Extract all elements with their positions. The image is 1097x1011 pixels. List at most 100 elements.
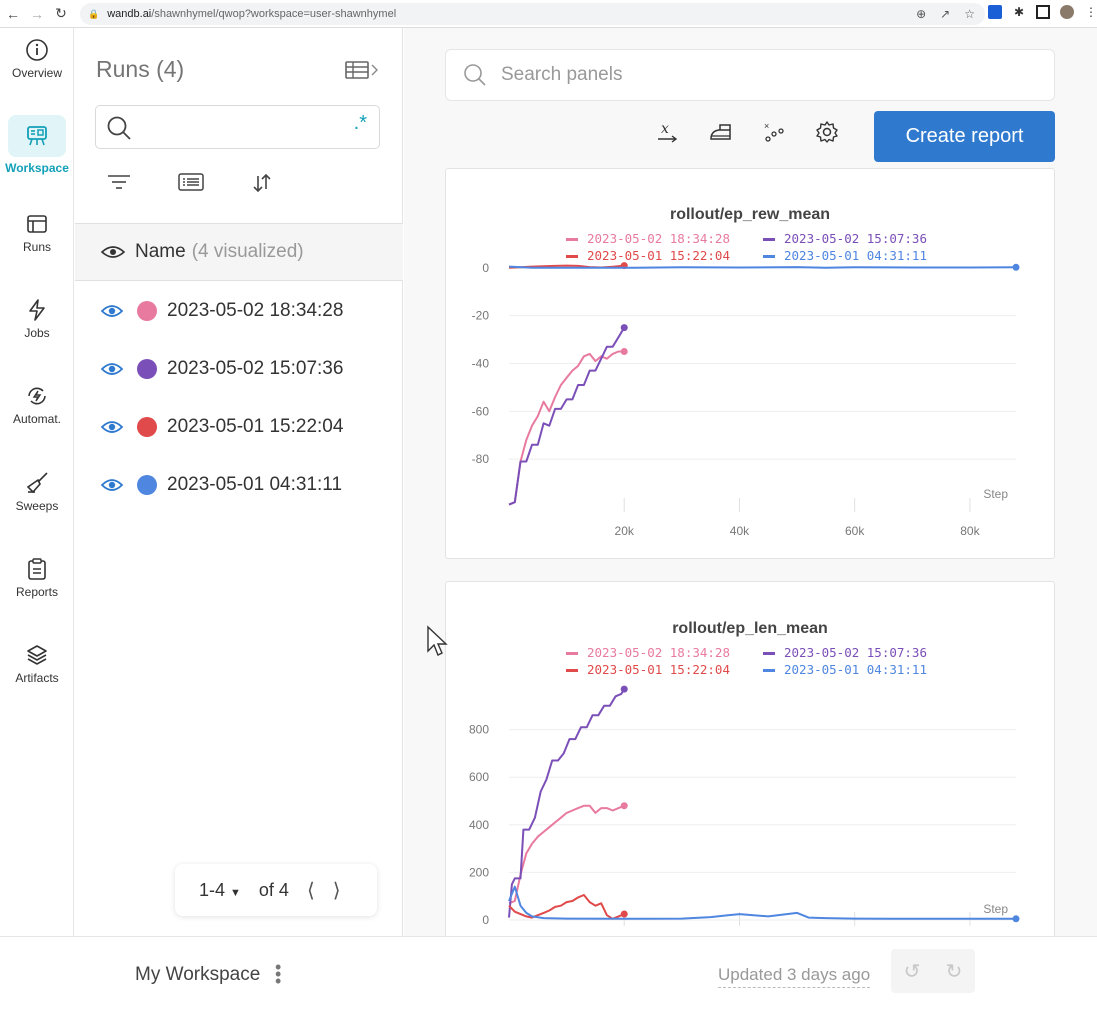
broom-icon — [26, 472, 48, 494]
expand-runs-table-icon[interactable] — [345, 60, 381, 80]
eye-visible-icon[interactable] — [101, 478, 123, 492]
workspace-footer: My Workspace • • • Updated 3 days ago ↺ ↻ — [0, 936, 1097, 1011]
nav-artifacts[interactable]: Artifacts — [0, 643, 74, 685]
eye-visible-icon[interactable] — [101, 420, 123, 434]
series-line — [508, 327, 626, 506]
runs-search-input[interactable]: .* — [95, 105, 380, 149]
regex-toggle[interactable]: .* — [354, 112, 367, 135]
mouse-cursor-icon — [427, 625, 448, 656]
search-panels-input[interactable]: Search panels — [445, 49, 1055, 101]
panel-ep-rew-mean[interactable]: rollout/ep_rew_mean 2023-05-02 18:34:28 2… — [445, 168, 1055, 559]
run-row[interactable]: 2023-05-02 15:07:36 — [101, 354, 343, 384]
chart-rew-svg: 0 -20 -40 -60 -80 20k 40k 60k 80k Step — [472, 261, 1020, 538]
y-tick-label: 400 — [469, 818, 489, 832]
run-color-swatch[interactable] — [137, 359, 157, 379]
series-line — [508, 885, 1016, 920]
browser-menu-icon[interactable]: ⋮ — [1084, 5, 1097, 19]
y-tick-label: 0 — [482, 261, 489, 275]
lock-icon: 🔒 — [88, 8, 100, 19]
prev-page-button[interactable]: ⟨ — [307, 878, 315, 903]
sort-icon[interactable] — [251, 172, 273, 194]
page-range-select[interactable]: 1-4 ▼ — [199, 880, 241, 901]
nav-reports-label: Reports — [15, 585, 59, 599]
url-host: wandb.ai — [107, 8, 152, 20]
nav-workspace[interactable]: Workspace — [0, 115, 74, 175]
name-column-header[interactable]: Name (4 visualized) — [75, 223, 403, 281]
run-row[interactable]: 2023-05-01 04:31:11 — [101, 470, 342, 500]
series-end-point — [620, 348, 628, 356]
svg-text:×: × — [764, 121, 769, 131]
nav-automations-label: Automat. — [12, 412, 62, 426]
run-color-swatch[interactable] — [137, 475, 157, 495]
updated-timestamp: Updated 3 days ago — [718, 965, 871, 988]
create-report-button[interactable]: Create report — [874, 111, 1055, 162]
y-tick-label: -60 — [472, 404, 490, 418]
series-end-point — [620, 802, 628, 810]
nav-sweeps[interactable]: Sweeps — [0, 471, 74, 513]
next-page-button[interactable]: ⟩ — [333, 878, 341, 903]
profile-avatar[interactable] — [1060, 5, 1074, 19]
settings-gear-icon[interactable] — [813, 118, 841, 146]
reload-icon[interactable]: ↻ — [50, 5, 72, 22]
x-tick-label: 80k — [960, 524, 980, 538]
filter-icon[interactable] — [107, 172, 131, 192]
puzzle-extensions-icon[interactable]: ✱ — [1012, 5, 1026, 19]
caret-down-icon: ▼ — [230, 886, 241, 899]
clipboard-icon — [28, 558, 46, 580]
bookmark-star-icon[interactable]: ☆ — [964, 7, 975, 21]
run-name[interactable]: 2023-05-02 18:34:28 — [167, 300, 343, 322]
series-end-point — [1012, 263, 1020, 271]
name-header-label: Name — [135, 241, 186, 262]
zoom-icon[interactable]: ⊕ — [916, 7, 926, 21]
run-row[interactable]: 2023-05-01 15:22:04 — [101, 412, 343, 442]
nav-automations[interactable]: Automat. — [0, 384, 74, 426]
nav-sweeps-label: Sweeps — [15, 499, 59, 513]
search-panels-placeholder: Search panels — [501, 64, 623, 85]
nav-workspace-label: Workspace — [5, 161, 69, 175]
workspace-name[interactable]: My Workspace — [135, 964, 260, 986]
y-tick-label: 0 — [482, 913, 489, 927]
run-name[interactable]: 2023-05-01 15:22:04 — [167, 416, 343, 438]
address-bar[interactable]: 🔒 wandb.ai/shawnhymel/qwop?workspace=use… — [80, 3, 985, 25]
series-line — [508, 350, 625, 506]
y-tick-label: 600 — [469, 770, 489, 784]
extension-icon[interactable] — [988, 5, 1002, 19]
visualized-count: (4 visualized) — [191, 241, 304, 262]
eye-visible-icon[interactable] — [101, 304, 123, 318]
series-line — [508, 804, 625, 905]
run-row[interactable]: 2023-05-02 18:34:28 — [101, 296, 343, 326]
runs-title: Runs (4) — [96, 56, 185, 82]
x-axis-icon[interactable]: x — [654, 118, 682, 146]
run-color-swatch[interactable] — [137, 301, 157, 321]
search-icon — [107, 116, 131, 140]
x-tick-label: 20k — [615, 524, 635, 538]
smoothing-iron-icon[interactable] — [707, 118, 735, 146]
eye-visible-icon[interactable] — [101, 362, 123, 376]
nav-jobs[interactable]: Jobs — [0, 298, 74, 340]
run-color-swatch[interactable] — [137, 417, 157, 437]
nav-reports[interactable]: Reports — [0, 557, 74, 599]
left-nav: Overview Workspace Runs Jobs Automat. Sw… — [0, 28, 74, 936]
workspace-menu-icon[interactable]: • • • — [275, 958, 281, 990]
run-name[interactable]: 2023-05-02 15:07:36 — [167, 358, 343, 380]
share-icon[interactable]: ↗ — [940, 7, 950, 21]
run-name[interactable]: 2023-05-01 04:31:11 — [167, 474, 342, 496]
workspace-main: Search panels x × Create report rollout/… — [404, 28, 1097, 964]
nav-runs[interactable]: Runs — [0, 212, 74, 254]
group-list-icon[interactable] — [178, 172, 204, 192]
x-axis-label: Step — [983, 487, 1008, 501]
back-icon[interactable]: ← — [2, 6, 24, 22]
nav-overview-label: Overview — [11, 66, 62, 80]
series-end-point — [620, 910, 628, 918]
outliers-icon[interactable]: × — [760, 118, 788, 146]
panel-ep-len-mean[interactable]: rollout/ep_len_mean 2023-05-02 18:34:28 2… — [445, 581, 1055, 964]
y-tick-label: 800 — [469, 723, 489, 737]
nav-overview[interactable]: Overview — [0, 38, 74, 80]
info-icon — [26, 39, 48, 61]
redo-icon[interactable]: ↻ — [946, 959, 963, 984]
undo-icon[interactable]: ↺ — [904, 959, 921, 984]
x-tick-label: 40k — [730, 524, 750, 538]
forward-icon[interactable]: → — [26, 6, 48, 22]
sidepanel-icon[interactable] — [1036, 5, 1050, 19]
eye-icon[interactable] — [101, 244, 125, 260]
